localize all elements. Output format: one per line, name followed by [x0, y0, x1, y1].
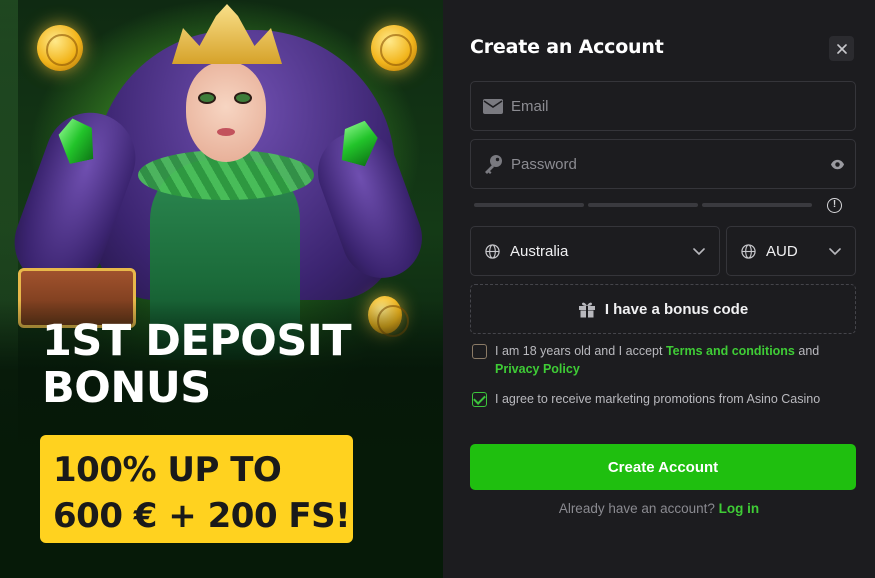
privacy-link[interactable]: Privacy Policy: [495, 362, 580, 376]
chevron-down-icon: [693, 248, 705, 256]
terms-text: I am 18 years old and I accept Terms and…: [495, 342, 852, 378]
close-icon: [836, 43, 847, 54]
login-link[interactable]: Log in: [719, 501, 760, 516]
promo-title-line: BONUS: [42, 363, 211, 413]
form-title: Create an Account: [470, 36, 664, 58]
promo-offer-badge: 100% UP TO 600 € + 200 FS!: [40, 435, 353, 543]
character-eye: [234, 92, 252, 104]
country-select[interactable]: Australia: [470, 226, 720, 276]
character-lips: [217, 128, 235, 136]
terms-link[interactable]: Terms and conditions: [666, 344, 795, 358]
close-button[interactable]: [829, 36, 854, 61]
password-input[interactable]: [511, 155, 811, 173]
terms-checkbox[interactable]: [472, 344, 487, 359]
crown-icon: [172, 4, 282, 64]
marketing-text: I agree to receive marketing promotions …: [495, 392, 821, 406]
marketing-checkbox[interactable]: [472, 392, 487, 407]
registration-modal: 1ST DEPOSIT BONUS 100% UP TO 600 € + 200…: [0, 0, 875, 578]
password-field[interactable]: [470, 139, 856, 189]
login-prompt: Already have an account? Log in: [443, 501, 875, 516]
globe-icon: [741, 243, 756, 259]
signup-form-panel: Create an Account ! Aus: [443, 0, 875, 578]
currency-select[interactable]: AUD: [726, 226, 856, 276]
terms-prefix: I am 18 years old and I accept: [495, 344, 666, 358]
password-strength-meter: [474, 203, 812, 207]
character-eye: [198, 92, 216, 104]
currency-value: AUD: [766, 242, 798, 260]
country-value: Australia: [510, 242, 569, 260]
envelope-icon: [482, 97, 504, 115]
gold-coin-icon: [371, 25, 417, 71]
email-field[interactable]: [470, 81, 856, 131]
promo-offer-line: 100% UP TO: [53, 450, 282, 490]
key-icon: [482, 155, 504, 174]
marketing-row: I agree to receive marketing promotions …: [472, 390, 862, 408]
character-face: [186, 62, 266, 162]
info-icon[interactable]: !: [827, 198, 842, 213]
promo-title: 1ST DEPOSIT BONUS: [42, 318, 422, 412]
login-prompt-text: Already have an account?: [558, 501, 719, 516]
eye-icon[interactable]: [830, 157, 845, 172]
promo-panel: 1ST DEPOSIT BONUS 100% UP TO 600 € + 200…: [0, 0, 443, 578]
email-input[interactable]: [511, 97, 811, 115]
promo-title-line: 1ST DEPOSIT: [42, 316, 352, 366]
terms-row: I am 18 years old and I accept Terms and…: [472, 342, 852, 378]
strength-segment: [702, 203, 812, 207]
create-account-button[interactable]: Create Account: [470, 444, 856, 490]
bonus-code-label: I have a bonus code: [604, 300, 749, 318]
terms-middle: and: [794, 344, 820, 358]
promo-offer-line: 600 € + 200 FS!: [53, 496, 351, 536]
bonus-code-button[interactable]: I have a bonus code: [470, 284, 856, 334]
strength-segment: [588, 203, 698, 207]
chevron-down-icon: [829, 248, 841, 256]
gold-coin-icon: [37, 25, 83, 71]
gift-icon: [578, 302, 595, 318]
globe-icon: [485, 243, 500, 259]
strength-segment: [474, 203, 584, 207]
